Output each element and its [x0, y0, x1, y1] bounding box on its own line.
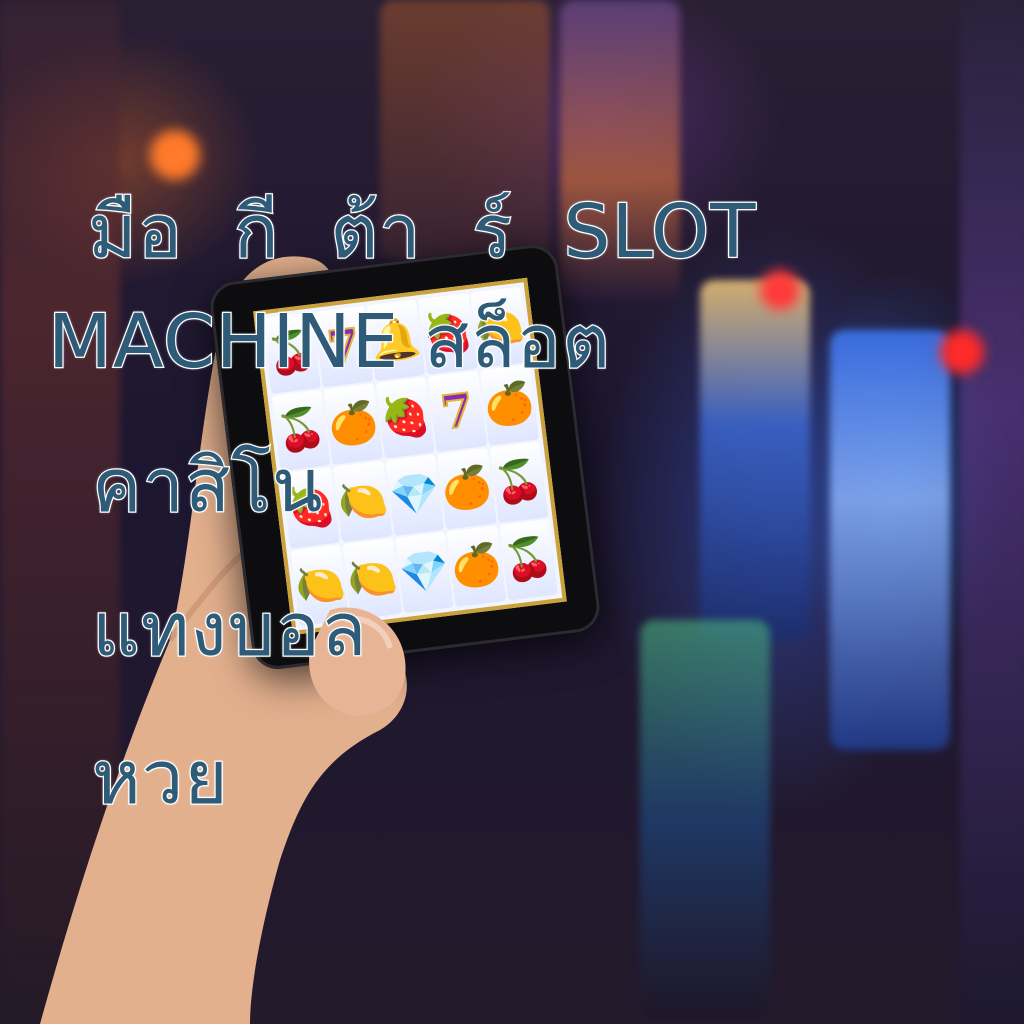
- photo-scene: 🍒 7 🔔 🍓 🍋 🍒 🍊 🍓 7 🍊 🍓 🍋 💎 🍊 🍒 🍋 🍋 💎 🍊 🍒: [0, 0, 1024, 1024]
- thumb: [309, 607, 406, 716]
